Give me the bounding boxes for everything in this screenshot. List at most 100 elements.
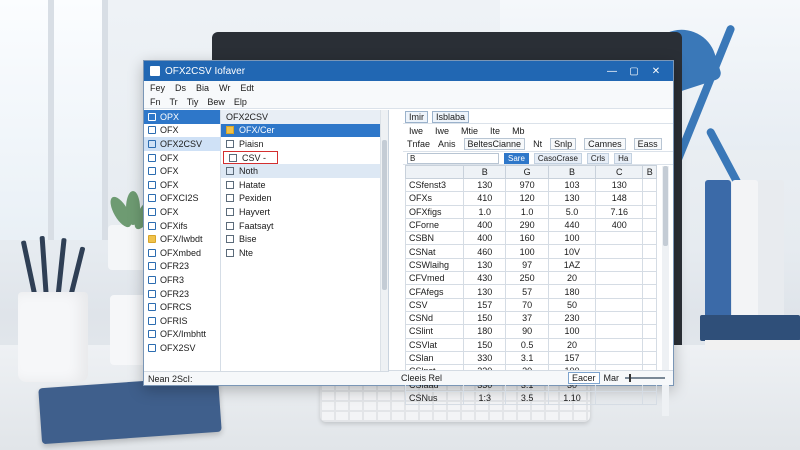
table-cell[interactable]: 7.16 bbox=[595, 204, 644, 219]
table-row[interactable]: OFXfigs 1.0 1.0 5.0 7.16 bbox=[405, 204, 657, 219]
row-name-cell[interactable]: CSNat bbox=[405, 244, 464, 259]
tree-item[interactable]: OFXCI2S bbox=[144, 192, 220, 206]
table-cell[interactable]: 1.0 bbox=[505, 204, 549, 219]
menu-item[interactable]: Wr bbox=[219, 83, 230, 93]
tab-sheet[interactable]: Isblaba bbox=[432, 110, 470, 123]
table-cell[interactable]: 400 bbox=[462, 217, 507, 233]
toolbar-item[interactable]: Bew bbox=[207, 97, 225, 107]
table-cell[interactable]: 180 bbox=[462, 324, 507, 339]
table-row[interactable]: CSV 157 70 50 bbox=[405, 297, 657, 312]
toolbar-item[interactable]: Tiy bbox=[187, 97, 199, 107]
table-cell[interactable] bbox=[642, 244, 657, 259]
table-cell[interactable]: 57 bbox=[505, 284, 549, 299]
row-name-cell[interactable]: CFAfegs bbox=[405, 284, 464, 299]
table-cell[interactable] bbox=[595, 310, 644, 326]
tree-item[interactable]: OFXifs bbox=[144, 219, 220, 233]
table-cell[interactable]: 3.5 bbox=[505, 390, 549, 406]
row-name-cell[interactable]: CFVmed bbox=[405, 271, 464, 286]
table-row[interactable]: CForne 400 290 440 400 bbox=[405, 217, 657, 233]
table-cell[interactable] bbox=[642, 284, 657, 299]
table-cell[interactable]: 250 bbox=[505, 271, 549, 286]
table-row[interactable]: CSNat 460 100 10V bbox=[405, 244, 657, 259]
menu-item[interactable]: Edt bbox=[240, 83, 254, 93]
table-cell[interactable]: 430 bbox=[462, 271, 507, 286]
tree-item[interactable]: OFRIS bbox=[144, 314, 220, 328]
row-name-cell[interactable]: CSNus bbox=[405, 390, 464, 406]
table-cell[interactable]: 160 bbox=[505, 231, 549, 246]
table-cell[interactable] bbox=[642, 204, 657, 219]
table-cell[interactable]: 157 bbox=[547, 350, 597, 366]
table-row[interactable]: CSfenst3 130 970 103 130 bbox=[405, 177, 657, 193]
table-cell[interactable] bbox=[642, 271, 657, 286]
tree-item[interactable]: OFX bbox=[144, 205, 220, 219]
spreadsheet-tool[interactable]: Anis bbox=[438, 139, 456, 149]
table-cell[interactable] bbox=[642, 191, 657, 206]
table-cell[interactable] bbox=[595, 297, 644, 312]
cells-button[interactable]: Crls bbox=[586, 152, 610, 164]
table-cell[interactable]: 100 bbox=[547, 231, 597, 246]
table-cell[interactable]: 20 bbox=[547, 337, 597, 352]
table-cell[interactable]: 150 bbox=[462, 337, 507, 352]
table-cell[interactable] bbox=[642, 177, 657, 193]
spreadsheet-menu-item[interactable]: Iwe bbox=[409, 126, 423, 136]
table-cell[interactable] bbox=[595, 231, 644, 246]
row-name-cell[interactable]: CSlan bbox=[405, 350, 464, 366]
menu-item[interactable]: Bia bbox=[196, 83, 209, 93]
menu-item[interactable]: Fey bbox=[150, 83, 165, 93]
column-header[interactable]: G bbox=[505, 165, 549, 179]
tree-item[interactable]: OFX bbox=[144, 164, 220, 178]
table-cell[interactable]: 130 bbox=[462, 284, 507, 299]
table-cell[interactable] bbox=[642, 324, 657, 339]
table-cell[interactable] bbox=[595, 244, 644, 259]
table-cell[interactable] bbox=[642, 390, 657, 406]
table-row[interactable]: CSWlaihg 130 97 1AZ bbox=[405, 257, 657, 273]
column-header[interactable] bbox=[405, 165, 464, 179]
table-cell[interactable]: 180 bbox=[547, 284, 597, 299]
list-item[interactable]: Nte bbox=[221, 246, 388, 260]
column-header[interactable]: B bbox=[462, 165, 507, 179]
table-cell[interactable]: 460 bbox=[462, 244, 507, 259]
spreadsheet-tool[interactable]: Tnfae bbox=[407, 139, 430, 149]
table-cell[interactable] bbox=[595, 337, 644, 352]
tree-item[interactable]: OFR23 bbox=[144, 260, 220, 274]
zoom-slider[interactable] bbox=[625, 374, 665, 382]
table-cell[interactable]: 5.0 bbox=[547, 204, 597, 219]
row-name-cell[interactable]: CSWlaihg bbox=[405, 257, 464, 273]
table-cell[interactable]: 0.5 bbox=[505, 337, 549, 352]
tree-item[interactable]: OFX bbox=[144, 151, 220, 165]
row-name-cell[interactable]: OFXs bbox=[405, 191, 464, 206]
table-row[interactable]: CFAfegs 130 57 180 bbox=[405, 284, 657, 299]
tree-item[interactable]: OFX bbox=[144, 178, 220, 192]
table-cell[interactable]: 157 bbox=[462, 297, 507, 312]
spreadsheet-tool[interactable]: Eass bbox=[633, 138, 662, 150]
table-cell[interactable] bbox=[595, 350, 644, 366]
table-cell[interactable]: 1:3 bbox=[462, 390, 507, 406]
list-item[interactable]: Bise bbox=[221, 232, 388, 246]
table-cell[interactable]: 10V bbox=[547, 244, 597, 259]
table-cell[interactable] bbox=[642, 257, 657, 273]
spreadsheet-tool[interactable]: Camnes bbox=[584, 138, 626, 150]
table-cell[interactable] bbox=[595, 390, 644, 406]
spreadsheet-tool[interactable]: Nt bbox=[533, 139, 542, 149]
row-name-cell[interactable]: CSNd bbox=[405, 310, 464, 326]
tab-import[interactable]: Imir bbox=[405, 110, 428, 123]
table-cell[interactable]: 120 bbox=[505, 191, 549, 206]
table-cell[interactable]: 148 bbox=[595, 191, 644, 206]
table-cell[interactable]: 1AZ bbox=[547, 257, 597, 273]
row-name-cell[interactable]: CSBN bbox=[405, 231, 464, 246]
row-name-cell[interactable]: CSlint bbox=[405, 324, 464, 339]
row-name-cell[interactable]: CSV bbox=[405, 297, 464, 312]
case-button[interactable]: CasoCrase bbox=[533, 152, 582, 164]
list-item[interactable]: Hatate bbox=[221, 178, 388, 192]
table-cell[interactable] bbox=[595, 284, 644, 299]
table-cell[interactable] bbox=[642, 337, 657, 352]
table-cell[interactable]: 97 bbox=[505, 257, 549, 273]
table-cell[interactable]: 130 bbox=[547, 191, 597, 206]
table-row[interactable]: CSVlat 150 0.5 20 bbox=[405, 337, 657, 352]
table-row[interactable]: OFXs 410 120 130 148 bbox=[405, 191, 657, 206]
spreadsheet-menu-item[interactable]: Iwe bbox=[435, 126, 449, 136]
column-header[interactable]: B bbox=[547, 165, 597, 179]
toolbar-item[interactable]: Fn bbox=[150, 97, 161, 107]
list-item[interactable]: Hayvert bbox=[221, 205, 388, 219]
table-cell[interactable] bbox=[642, 231, 657, 246]
